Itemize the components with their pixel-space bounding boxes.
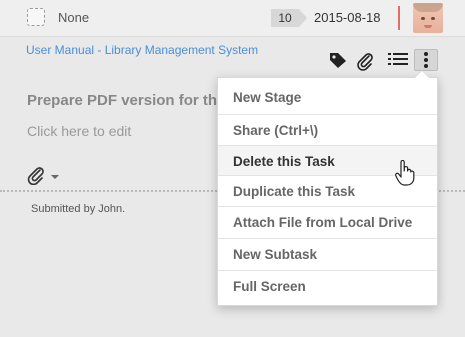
tag-icon[interactable] — [328, 51, 348, 69]
task-checkbox[interactable] — [27, 8, 45, 26]
due-date[interactable]: 2015-08-18 — [314, 10, 381, 25]
attach-dropdown-button[interactable] — [27, 167, 63, 186]
more-vertical-icon — [424, 52, 428, 68]
list-icon[interactable] — [387, 51, 409, 69]
menu-item-new-stage[interactable]: New Stage — [218, 82, 437, 113]
submitted-by: Submitted by John. — [31, 203, 126, 215]
task-title[interactable]: Prepare PDF version for the — [27, 92, 217, 109]
count-badge: 10 — [271, 9, 307, 27]
breadcrumb[interactable]: User Manual - Library Management System — [26, 43, 258, 57]
menu-item-share[interactable]: Share (Ctrl+\) — [218, 114, 437, 145]
priority-bar — [398, 6, 400, 30]
paperclip-dropdown-icon — [27, 167, 59, 186]
task-actions-menu: New Stage Share (Ctrl+\) Delete this Tas… — [217, 70, 438, 306]
hand-cursor-icon — [395, 160, 415, 186]
avatar[interactable] — [413, 3, 443, 33]
task-row: None 10 2015-08-18 — [0, 0, 465, 37]
paperclip-icon[interactable] — [355, 51, 375, 71]
menu-item-full-screen[interactable]: Full Screen — [218, 270, 437, 301]
more-menu-button[interactable] — [414, 49, 438, 71]
assignee-label[interactable]: None — [58, 10, 89, 25]
description-placeholder[interactable]: Click here to edit — [27, 123, 131, 139]
menu-item-new-subtask[interactable]: New Subtask — [218, 238, 437, 269]
menu-item-attach-file[interactable]: Attach File from Local Drive — [218, 206, 437, 237]
